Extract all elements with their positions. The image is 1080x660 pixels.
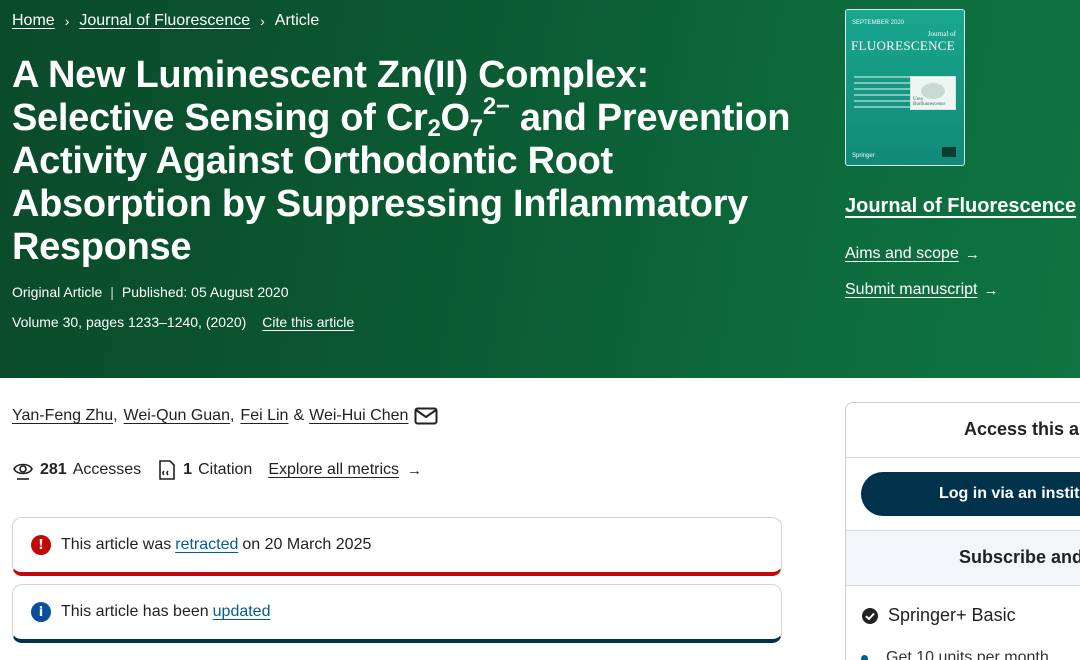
citation-count: 1	[183, 461, 193, 478]
plan-option[interactable]: Springer+ Basic	[861, 605, 1016, 626]
title-line: Activity Against Orthodontic Root	[12, 140, 613, 182]
cover-journal-of-text: Journal of	[927, 30, 956, 38]
article-volume-info: Volume 30, pages 1233–1240, (2020) Cite …	[12, 314, 354, 330]
divider	[846, 457, 1080, 458]
title-text: O	[440, 97, 471, 139]
sidebar-journal-link[interactable]: Journal of Fluorescence	[845, 195, 1076, 218]
author-list: Yan-Feng Zhu, Wei-Qun Guan, Fei Lin & We…	[12, 407, 438, 425]
article-type-and-date: Original Article | Published: 05 August …	[12, 284, 288, 300]
retraction-text-before: This article was	[61, 536, 172, 553]
title-text: Selective Sensing of Cr	[12, 97, 428, 139]
institution-login-button[interactable]: Log in via an institution	[861, 472, 1080, 516]
access-panel: Access this article Log in via an instit…	[845, 402, 1080, 660]
breadcrumb-journal-link[interactable]: Journal of Fluorescence	[79, 12, 250, 30]
plan-detail-text: Get 10 units per month	[886, 649, 1049, 660]
cover-illustration-caption: Urea Biofluorescence	[913, 97, 946, 107]
alert-icon: !	[31, 535, 51, 555]
title-subscript: 7	[469, 115, 483, 142]
author-link[interactable]: Wei-Qun Guan	[124, 407, 230, 425]
arrow-right-icon: →	[964, 245, 980, 263]
title-superscript: 2−	[482, 93, 510, 120]
accesses-label: Accesses	[72, 461, 142, 478]
arrow-right-icon: →	[407, 461, 423, 479]
citation-label: Citation	[198, 461, 253, 478]
plan-name: Springer+ Basic	[888, 605, 1016, 625]
author-link[interactable]: Fei Lin	[240, 407, 288, 425]
aims-and-scope-link[interactable]: Aims and scope →	[845, 245, 980, 263]
breadcrumb-current: Article	[274, 12, 320, 29]
retraction-notice: ! This article was retracted on 20 March…	[12, 517, 782, 576]
plan-detail: Get 10 units per month	[861, 649, 1049, 660]
author-separator: ,	[229, 407, 235, 424]
title-subscript: 2	[427, 115, 441, 142]
breadcrumb-separator: ›	[260, 13, 265, 29]
subscribe-title: Subscribe and save	[959, 547, 1080, 567]
update-text-before: This article has been	[61, 603, 209, 620]
cover-publisher: Springer	[852, 153, 875, 159]
cover-issue-text: SEPTEMBER 2020	[852, 20, 905, 26]
submit-manuscript-label: Submit manuscript	[845, 281, 978, 298]
article-title: A New Luminescent Zn(II) Complex: Select…	[12, 54, 802, 269]
meta-divider: |	[110, 284, 114, 300]
update-notice: i This article has been updated	[12, 584, 782, 643]
accesses-count: 281	[40, 461, 67, 478]
article-metrics: 281 Accesses 1 Citation Explore all metr…	[12, 459, 422, 481]
aims-and-scope-label: Aims and scope	[845, 245, 959, 262]
divider	[846, 585, 1080, 586]
updated-link[interactable]: updated	[213, 603, 271, 621]
access-panel-title: Access this article	[964, 419, 1080, 439]
author-link[interactable]: Wei-Hui Chen	[309, 407, 408, 425]
title-line: Absorption by Suppressing Inflammatory	[12, 183, 749, 225]
submit-manuscript-link[interactable]: Submit manuscript →	[845, 281, 999, 299]
check-circle-icon	[861, 607, 879, 625]
cover-barcode	[942, 147, 956, 157]
eye-icon	[12, 459, 34, 481]
citation-icon	[157, 459, 177, 481]
cite-this-article-link[interactable]: Cite this article	[262, 314, 354, 330]
author-ampersand: &	[293, 407, 305, 424]
title-line: Selective Sensing of Cr2O72− and Prevent…	[12, 95, 802, 142]
breadcrumb-separator: ›	[64, 13, 70, 29]
title-text: and Prevention	[509, 97, 791, 139]
bullet-icon	[861, 654, 868, 660]
info-icon: i	[31, 602, 51, 622]
email-icon[interactable]	[414, 407, 438, 425]
retracted-link[interactable]: retracted	[175, 536, 238, 554]
cover-text-lines	[854, 76, 914, 112]
cover-illustration: Urea Biofluorescence	[910, 76, 956, 110]
published-date: Published: 05 August 2020	[121, 284, 289, 300]
explore-all-metrics-link[interactable]: Explore all metrics	[268, 461, 399, 479]
article-type: Original Article	[12, 284, 103, 300]
arrow-right-icon: →	[983, 281, 999, 299]
journal-cover-image[interactable]: SEPTEMBER 2020 Journal of FLUORESCENCE U…	[845, 9, 965, 166]
accesses-metric: 281 Accesses	[12, 459, 141, 481]
author-link[interactable]: Yan-Feng Zhu	[12, 407, 113, 425]
volume-pages: Volume 30, pages 1233–1240, (2020)	[12, 314, 247, 330]
title-line: Response	[12, 226, 192, 268]
citation-metric: 1 Citation	[157, 459, 252, 481]
article-header: Home › Journal of Fluorescence › Article…	[0, 0, 1080, 378]
breadcrumb-home-link[interactable]: Home	[12, 12, 55, 30]
author-separator: ,	[113, 407, 118, 424]
retraction-text-after: on 20 March 2025	[242, 536, 372, 553]
breadcrumb: Home › Journal of Fluorescence › Article	[12, 12, 319, 30]
cover-journal-name: FLUORESCENCE	[851, 38, 956, 53]
title-line: A New Luminescent Zn(II) Complex:	[12, 54, 649, 96]
